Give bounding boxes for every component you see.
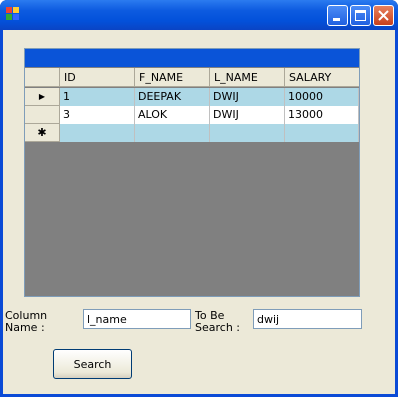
form-client-area: ID F_NAME L_NAME SALARY ▶ 1 DEEPAK DWIJ … — [3, 30, 395, 394]
minimize-button[interactable] — [327, 5, 348, 26]
cell-id[interactable] — [60, 124, 135, 142]
row-selector[interactable] — [25, 106, 60, 124]
search-value-input[interactable] — [253, 309, 362, 329]
cell-l-name[interactable] — [210, 124, 285, 142]
app-window: ID F_NAME L_NAME SALARY ▶ 1 DEEPAK DWIJ … — [0, 0, 398, 397]
maximize-icon — [355, 10, 366, 21]
column-name-label: Column Name : — [5, 309, 48, 334]
cell-id[interactable]: 1 — [60, 88, 135, 106]
maximize-button[interactable] — [350, 5, 371, 26]
search-button[interactable]: Search — [53, 349, 132, 379]
column-name-input[interactable] — [83, 309, 191, 329]
table-row[interactable]: 3 ALOK DWIJ 13000 — [25, 106, 359, 124]
to-be-searched-label: To Be Search : — [195, 309, 240, 334]
new-row-asterisk-icon[interactable]: ✱ — [25, 124, 60, 142]
grid-corner-header[interactable] — [25, 68, 60, 87]
column-header-salary[interactable]: SALARY — [285, 68, 359, 87]
cell-salary[interactable] — [285, 124, 359, 142]
title-bar[interactable] — [0, 0, 398, 30]
cell-f-name[interactable] — [135, 124, 210, 142]
table-row[interactable]: ▶ 1 DEEPAK DWIJ 10000 — [25, 88, 359, 106]
cell-salary[interactable]: 13000 — [285, 106, 359, 124]
cell-l-name[interactable]: DWIJ — [210, 106, 285, 124]
cell-id[interactable]: 3 — [60, 106, 135, 124]
column-header-f-name[interactable]: F_NAME — [135, 68, 210, 87]
close-button[interactable] — [373, 5, 394, 26]
column-header-id[interactable]: ID — [60, 68, 135, 87]
app-icon[interactable] — [6, 7, 20, 21]
minimize-icon — [333, 18, 340, 21]
new-row[interactable]: ✱ — [25, 124, 359, 142]
cell-f-name[interactable]: ALOK — [135, 106, 210, 124]
cell-salary[interactable]: 10000 — [285, 88, 359, 106]
cell-f-name[interactable]: DEEPAK — [135, 88, 210, 106]
column-header-l-name[interactable]: L_NAME — [210, 68, 285, 87]
row-selector-current-icon[interactable]: ▶ — [25, 88, 60, 106]
grid-header: ID F_NAME L_NAME SALARY — [25, 68, 359, 87]
close-icon — [378, 10, 389, 21]
grid-caption — [25, 49, 359, 67]
data-grid[interactable]: ID F_NAME L_NAME SALARY ▶ 1 DEEPAK DWIJ … — [24, 48, 360, 297]
cell-l-name[interactable]: DWIJ — [210, 88, 285, 106]
